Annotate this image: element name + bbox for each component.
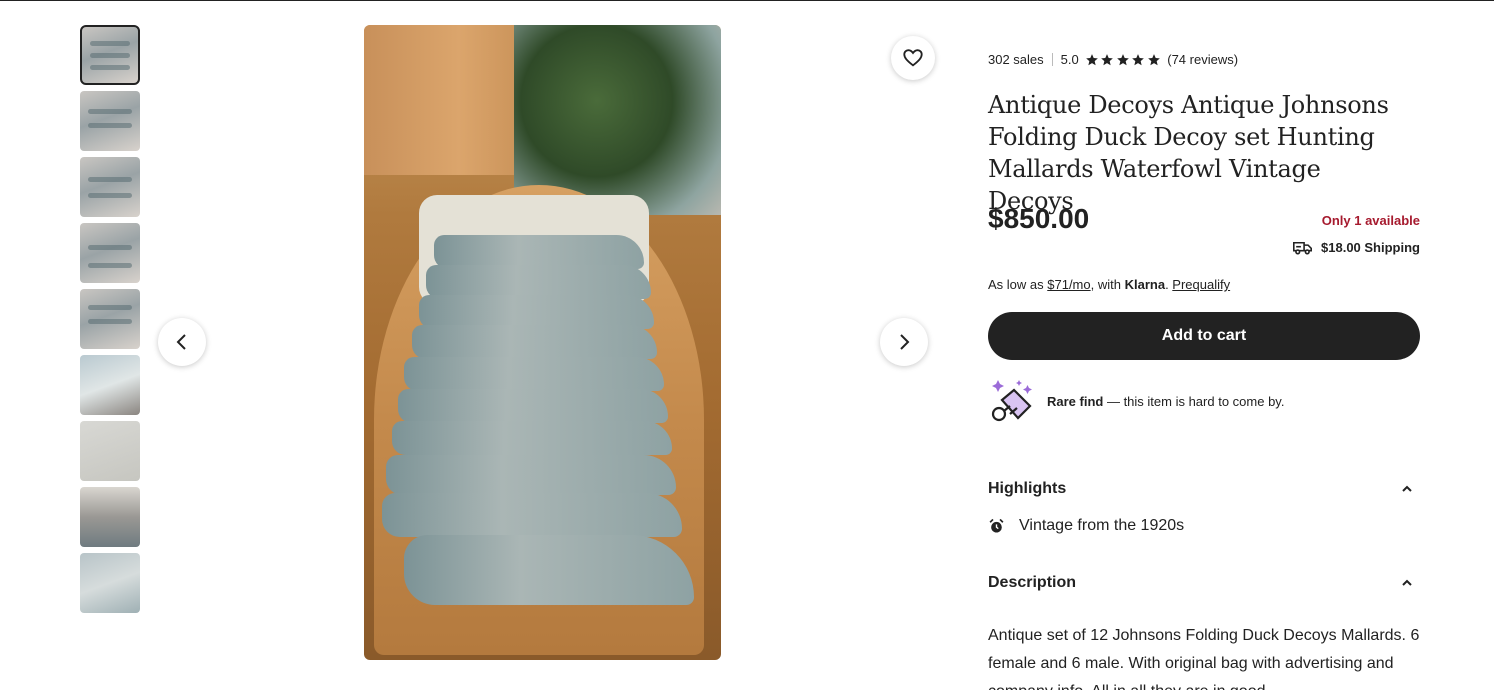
thumbnail-6[interactable] xyxy=(80,355,140,415)
klarna-logo: Klarna xyxy=(1124,277,1166,292)
alarm-clock-icon xyxy=(989,518,1004,533)
shop-stats: 302 sales 5.0 (74 reviews) xyxy=(988,52,1238,67)
klarna-prefix: As low as xyxy=(988,277,1048,292)
thumbnail-5[interactable] xyxy=(80,289,140,349)
thumbnail-9[interactable] xyxy=(80,553,140,613)
shipping-label: $18.00 Shipping xyxy=(1321,240,1420,255)
thumbnail-4[interactable] xyxy=(80,223,140,283)
rare-find-label: Rare find xyxy=(1047,393,1104,409)
highlights-toggle[interactable]: Highlights xyxy=(988,480,1420,498)
chevron-left-icon xyxy=(176,334,186,350)
star-icon xyxy=(1147,53,1160,65)
highlight-vintage: Vintage from the 1920s xyxy=(988,517,1184,535)
main-product-photo[interactable] xyxy=(364,25,721,660)
sales-count: 302 sales xyxy=(988,52,1044,67)
previous-image-button[interactable] xyxy=(158,318,206,366)
thumbnail-3[interactable] xyxy=(80,157,140,217)
prequalify-link[interactable]: Prequalify xyxy=(1172,277,1230,292)
klarna-amount-link[interactable]: $71/mo xyxy=(1047,277,1090,292)
klarna-financing: As low as $71/mo, with Klarna. Prequalif… xyxy=(988,277,1230,292)
highlights-heading: Highlights xyxy=(988,480,1067,497)
description-text: Antique set of 12 Johnsons Folding Duck … xyxy=(988,627,1420,690)
star-icon xyxy=(1085,53,1098,65)
rare-find-banner: Rare find — this item is hard to come by… xyxy=(988,378,1284,424)
description-toggle[interactable]: Description xyxy=(988,574,1420,592)
star-icon xyxy=(1132,53,1145,65)
product-title: Antique Decoys Antique Johnsons Folding … xyxy=(988,91,1389,215)
favorite-button[interactable] xyxy=(891,36,935,80)
klarna-middle: , with xyxy=(1090,277,1125,292)
thumbnail-8[interactable] xyxy=(80,487,140,547)
truck-icon xyxy=(1293,241,1313,255)
chevron-right-icon xyxy=(900,334,910,350)
thumbnail-1[interactable] xyxy=(80,25,140,85)
highlight-text: Vintage from the 1920s xyxy=(1019,517,1185,534)
heart-icon xyxy=(903,49,923,67)
availability-notice: Only 1 available xyxy=(1321,213,1420,228)
thumbnail-strip xyxy=(80,25,140,619)
rare-find-text: — this item is hard to come by. xyxy=(1103,393,1285,409)
product-price: $850.00 xyxy=(988,203,1090,234)
thumbnail-7[interactable] xyxy=(80,421,140,481)
reviews-link[interactable]: (74 reviews) xyxy=(1167,52,1238,67)
star-rating[interactable] xyxy=(1085,53,1163,67)
rating-value: 5.0 xyxy=(1060,52,1079,67)
rare-find-icon xyxy=(991,380,1032,422)
chevron-up-icon xyxy=(1402,485,1412,492)
top-border xyxy=(0,0,1494,1)
shipping-info: $18.00 Shipping xyxy=(1293,240,1420,255)
thumbnail-2[interactable] xyxy=(80,91,140,151)
star-icon xyxy=(1116,53,1129,65)
description-heading: Description xyxy=(988,574,1077,591)
star-icon xyxy=(1101,53,1114,65)
divider xyxy=(1051,53,1053,66)
chevron-up-icon xyxy=(1402,579,1412,586)
add-to-cart-button[interactable]: Add to cart xyxy=(988,312,1420,360)
next-image-button[interactable] xyxy=(880,318,928,366)
